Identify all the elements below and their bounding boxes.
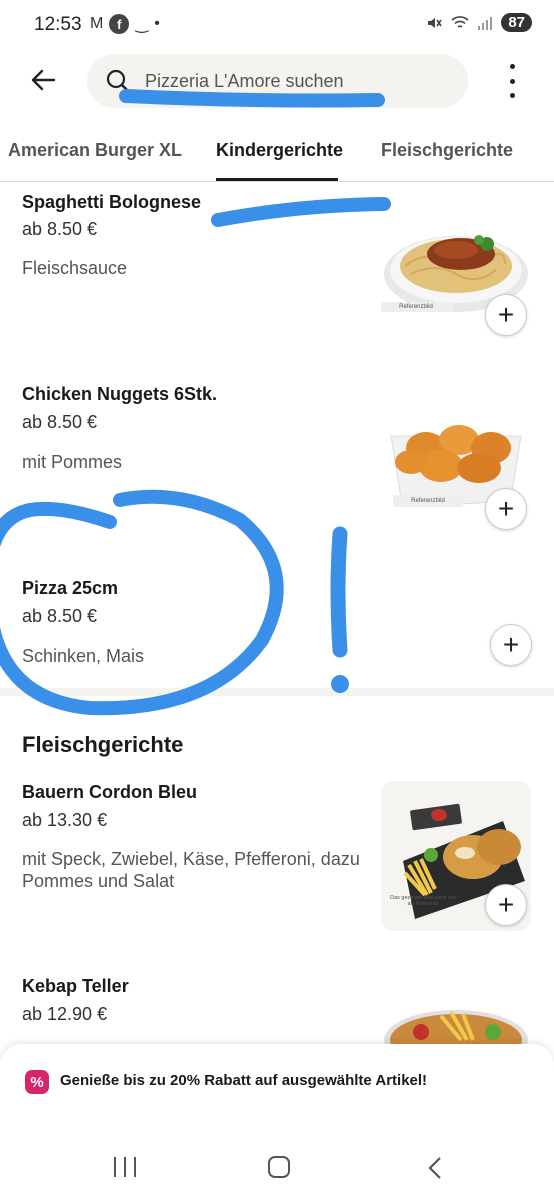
list-item[interactable]: Kebap Teller ab 12.90 € (0, 962, 554, 1052)
list-item[interactable]: Bauern Cordon Bleu ab 13.30 € mit Speck,… (0, 772, 554, 962)
search-icon (106, 69, 130, 93)
image-label: Referenzbild (381, 302, 451, 312)
promo-text: Genieße bis zu 20% Rabatt auf ausgewählt… (60, 1072, 428, 1089)
plus-icon: + (497, 299, 515, 330)
back-arrow-icon[interactable] (28, 64, 60, 96)
item-price: ab 13.30 € (22, 810, 108, 830)
tab-kindergerichte[interactable]: Kindergerichte (216, 140, 343, 161)
list-item[interactable]: Pizza 25cm ab 8.50 € Schinken, Mais + (0, 562, 554, 688)
mute-icon (428, 17, 442, 28)
item-description: Fleischsauce (22, 258, 128, 278)
status-bar: 12:53 M f ‿ • 87 (0, 0, 554, 50)
discount-icon: % (25, 1070, 49, 1094)
item-image (381, 996, 531, 1046)
battery-icon: 87 (501, 13, 532, 32)
gmail-icon: M (90, 15, 104, 32)
facebook-icon: f (109, 14, 130, 34)
item-name: Chicken Nuggets 6Stk. (22, 384, 218, 404)
add-to-cart-button[interactable]: + (485, 294, 527, 336)
item-name: Pizza 25cm (22, 578, 119, 598)
item-name: Spaghetti Bolognese (22, 192, 202, 212)
item-description: mit Speck, Zwiebel, Käse, Pfefferoni, da… (22, 849, 360, 891)
add-to-cart-button[interactable]: + (490, 624, 532, 666)
search-input[interactable] (145, 64, 445, 98)
amazon-icon: ‿ (135, 16, 149, 33)
system-icons: 87 (425, 13, 532, 32)
home-icon[interactable] (268, 1156, 290, 1178)
item-price: ab 12.90 € (22, 1004, 108, 1024)
tab-fleischgerichte[interactable]: Fleischgerichte (381, 140, 513, 161)
item-price: ab 8.50 € (22, 412, 98, 432)
signal-icon (478, 16, 493, 30)
dot-icon: • (154, 15, 160, 32)
add-to-cart-button[interactable]: + (485, 488, 527, 530)
notification-icons: M f ‿ • (90, 14, 160, 34)
tab-american-burger-xl[interactable]: American Burger XL (8, 140, 182, 161)
plus-icon: + (497, 493, 515, 524)
item-price: ab 8.50 € (22, 606, 98, 626)
image-label: Referenzbild (393, 496, 463, 506)
status-time: 12:53 (34, 14, 82, 35)
plus-icon: + (497, 889, 515, 920)
recent-apps-icon[interactable] (114, 1157, 136, 1177)
item-description: mit Pommes (22, 452, 123, 472)
category-tabs: American Burger XL Kindergerichte Fleisc… (0, 120, 554, 182)
add-to-cart-button[interactable]: + (485, 884, 527, 926)
more-options-icon[interactable] (498, 64, 526, 98)
item-price: ab 8.50 € (22, 219, 98, 239)
item-name: Bauern Cordon Bleu (22, 782, 198, 802)
item-name: Kebap Teller (22, 976, 129, 996)
list-item[interactable]: Spaghetti Bolognese ab 8.50 € Fleischsau… (0, 182, 554, 372)
section-title: Fleischgerichte (22, 732, 184, 757)
item-description: Schinken, Mais (22, 646, 145, 666)
image-label: Das gezeigte Bild dient nur als Referenz (390, 895, 456, 907)
active-tab-indicator (216, 178, 338, 181)
back-icon[interactable] (424, 1155, 446, 1181)
plus-icon: + (502, 629, 520, 660)
list-item[interactable]: Chicken Nuggets 6Stk. ab 8.50 € mit Pomm… (0, 372, 554, 552)
search-bar[interactable] (87, 54, 468, 108)
top-bar (0, 50, 554, 112)
section-divider (0, 688, 554, 696)
wifi-icon (451, 15, 469, 28)
kebap-photo (381, 996, 531, 1046)
system-navigation-bar (0, 1135, 554, 1200)
